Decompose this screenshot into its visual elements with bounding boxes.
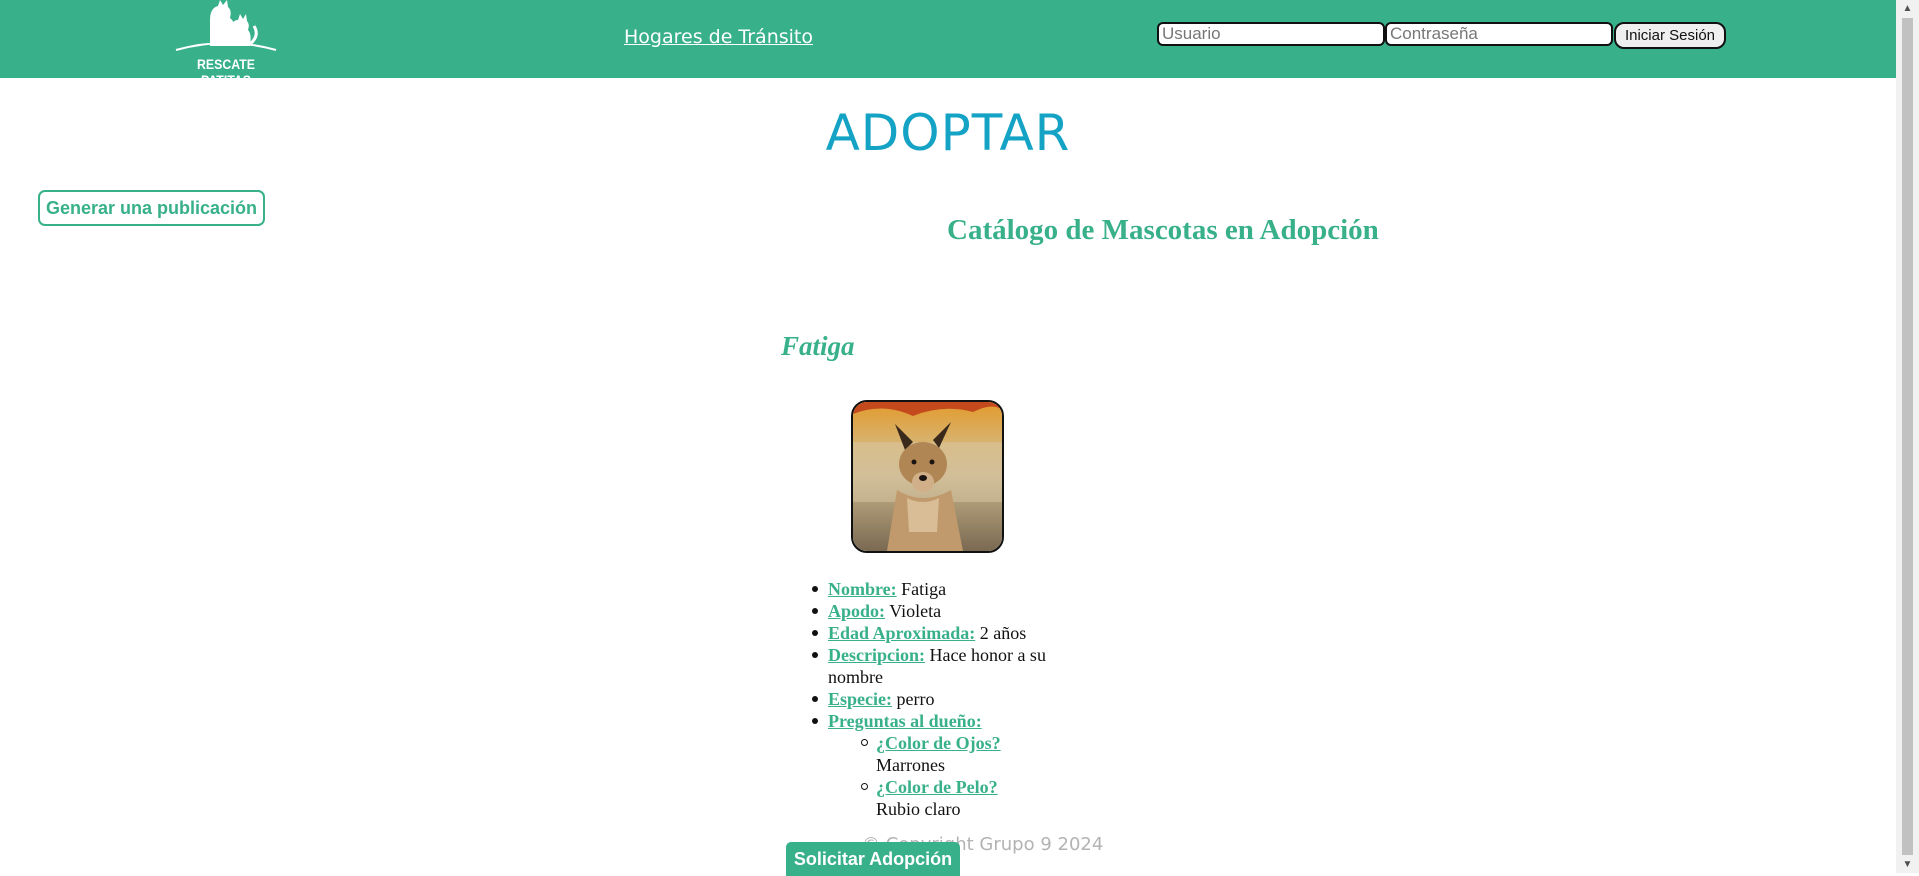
scroll-down-icon[interactable]: ▼ (1896, 856, 1919, 873)
detail-label: Edad Aproximada: (828, 623, 976, 643)
question-answer: Marrones (876, 755, 945, 775)
pets-logo-icon (175, 0, 277, 51)
password-input[interactable] (1385, 22, 1613, 46)
question-answer: Rubio claro (876, 799, 961, 819)
pet-photo (851, 400, 1004, 553)
list-item: Especie: perro (812, 688, 1060, 710)
question-label: ¿Color de Ojos? (876, 733, 1001, 753)
list-item: ¿Color de Pelo? Rubio claro (861, 776, 1060, 820)
vertical-scrollbar[interactable]: ▲ ▼ (1896, 0, 1919, 873)
question-label: ¿Color de Pelo? (876, 777, 998, 797)
detail-label: Apodo: (828, 601, 886, 621)
list-item: Descripcion: Hace honor a su nombre (812, 644, 1060, 688)
detail-label: Especie: (828, 689, 892, 709)
list-item: ¿Color de Ojos? Marrones (861, 732, 1060, 776)
site-header: RESCATE PATITAS Hogares de Tránsito Inic… (0, 0, 1896, 88)
catalog-title: Catálogo de Mascotas en Adopción (947, 214, 1379, 246)
list-item: Nombre: Fatiga (812, 578, 1060, 600)
list-item: Preguntas al dueño: ¿Color de Ojos? Marro… (812, 710, 1060, 820)
nav-link-hogares-transito[interactable]: Hogares de Tránsito (624, 26, 813, 48)
list-item: Edad Aproximada: 2 años (812, 622, 1060, 644)
detail-value: perro (896, 689, 935, 709)
scrollbar-thumb[interactable] (1902, 18, 1913, 855)
detail-label: Nombre: (828, 579, 897, 599)
login-button[interactable]: Iniciar Sesión (1614, 22, 1726, 49)
detail-label: Preguntas al dueño: (828, 711, 982, 731)
scroll-up-icon[interactable]: ▲ (1896, 0, 1919, 17)
detail-label: Descripcion: (828, 645, 925, 665)
page-title: ADOPTAR (825, 104, 1071, 162)
owner-questions-list: ¿Color de Ojos? Marrones ¿Color de Pelo? R… (828, 732, 1060, 820)
site-logo[interactable]: RESCATE PATITAS (166, 0, 286, 88)
username-input[interactable] (1157, 22, 1385, 46)
generate-publication-button[interactable]: Generar una publicación (38, 190, 265, 226)
detail-value: Fatiga (901, 579, 947, 599)
request-adoption-button[interactable]: Solicitar Adopción (786, 842, 960, 876)
detail-value: Violeta (889, 601, 942, 621)
pet-name-heading: Fatiga (781, 331, 855, 361)
detail-value: 2 años (979, 623, 1027, 643)
list-item: Apodo: Violeta (812, 600, 1060, 622)
pet-details-list: Nombre: Fatiga Apodo: Violeta Edad Aprox… (812, 578, 1060, 820)
logo-text: RESCATE PATITAS (197, 56, 255, 88)
